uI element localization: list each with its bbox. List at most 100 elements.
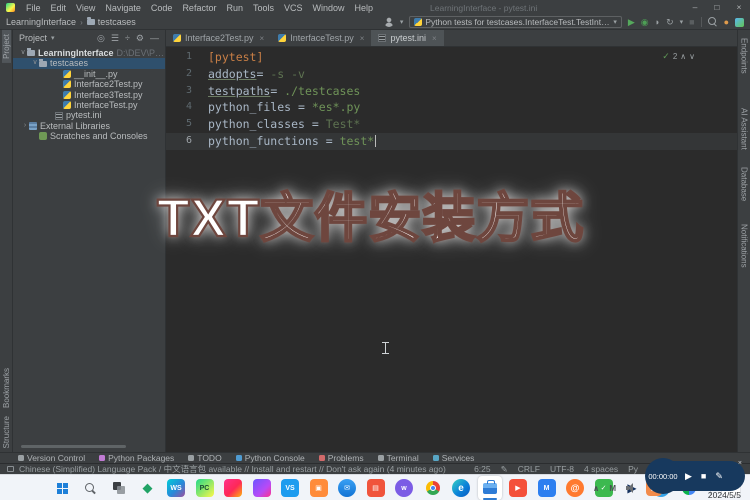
- app-red-arrow-icon[interactable]: ▶: [506, 476, 530, 500]
- taskbar-date[interactable]: 2024/5/5: [708, 490, 741, 500]
- code-with-me-icon[interactable]: ●: [724, 16, 729, 28]
- app-blue-m-icon[interactable]: M: [535, 476, 559, 500]
- tab-close-icon[interactable]: ×: [360, 34, 365, 43]
- tree-item-learninginterface[interactable]: ∨LearningInterface D:\DEV\Project\python: [13, 48, 165, 58]
- tree-chevron-icon[interactable]: ›: [21, 121, 29, 131]
- inspection-widget[interactable]: ✓ 2 ∧ ∨: [662, 51, 695, 62]
- tool-stripe-ai-assistant[interactable]: AI Assistant: [740, 104, 749, 154]
- tree-item-external-libraries[interactable]: ›External Libraries: [13, 121, 165, 131]
- menu-item-vcs[interactable]: VCS: [279, 3, 308, 13]
- cursor-position[interactable]: 6:25: [474, 464, 491, 475]
- record-stop-button[interactable]: ■: [701, 471, 706, 481]
- webstorm-icon[interactable]: WS: [164, 476, 188, 500]
- code-line-4[interactable]: 4python_files = *es*.py: [166, 99, 737, 116]
- gear-icon[interactable]: ⚙: [136, 33, 144, 44]
- close-button-icon[interactable]: ×: [728, 0, 750, 15]
- vscode-icon[interactable]: VS: [278, 476, 302, 500]
- menu-item-code[interactable]: Code: [146, 3, 178, 13]
- profiler-caret-icon[interactable]: ▾: [680, 18, 684, 26]
- tab-pytest-ini[interactable]: pytest.ini×: [371, 30, 443, 46]
- start-icon[interactable]: [50, 476, 74, 500]
- tool-stripe-bookmarks[interactable]: Bookmarks: [2, 364, 11, 412]
- tool-stripe-project[interactable]: Project: [2, 30, 11, 63]
- maximize-button-icon[interactable]: □: [706, 0, 728, 15]
- indent-style[interactable]: 4 spaces: [584, 464, 618, 475]
- mail-icon[interactable]: ✉: [335, 476, 359, 500]
- menu-item-refactor[interactable]: Refactor: [177, 3, 221, 13]
- tab-close-icon[interactable]: ×: [260, 34, 265, 43]
- code-line-1[interactable]: 1[pytest]: [166, 49, 737, 66]
- menu-item-navigate[interactable]: Navigate: [100, 3, 146, 13]
- app-orange-swirl-icon[interactable]: @: [563, 476, 587, 500]
- tray-expand-icon[interactable]: ∧: [593, 484, 600, 493]
- collapse-all-icon[interactable]: ☰: [111, 33, 119, 44]
- tree-chevron-icon[interactable]: ∨: [19, 48, 27, 58]
- chrome-icon[interactable]: [421, 476, 445, 500]
- tray-volume-icon[interactable]: [626, 483, 636, 493]
- tray-im-icon[interactable]: M: [609, 484, 616, 493]
- readonly-toggle-icon[interactable]: ✎: [501, 464, 508, 475]
- tab-close-icon[interactable]: ×: [432, 34, 437, 43]
- chevron-down-icon[interactable]: ∨: [689, 52, 695, 61]
- app-green-diamond-icon[interactable]: ◆: [136, 476, 160, 500]
- tool-stripe-structure[interactable]: Structure: [2, 412, 11, 452]
- toolwindow-python-packages[interactable]: Python Packages: [99, 453, 174, 463]
- search-everywhere-icon[interactable]: [708, 17, 718, 27]
- edge-icon[interactable]: e: [449, 476, 473, 500]
- notification-popup-icon[interactable]: [7, 466, 14, 472]
- run-configuration-select[interactable]: Python tests for testcases.InterfaceTest…: [409, 16, 622, 28]
- record-draw-button[interactable]: ✎: [715, 471, 723, 482]
- toolwindow-python-console[interactable]: Python Console: [236, 453, 305, 463]
- toolwindow-services[interactable]: Services: [433, 453, 475, 463]
- tool-stripe-endpoints[interactable]: Endpoints: [740, 34, 749, 78]
- menu-item-file[interactable]: File: [21, 3, 46, 13]
- tree-item-interfacetest-py[interactable]: InterfaceTest.py: [13, 100, 165, 110]
- app-orange-window-icon[interactable]: ▣: [307, 476, 331, 500]
- recorder-close-icon[interactable]: ×: [738, 460, 742, 467]
- user-account-icon[interactable]: [384, 17, 394, 27]
- expand-icon[interactable]: ÷: [125, 33, 130, 44]
- interpreter[interactable]: Py: [628, 464, 638, 475]
- project-panel-title[interactable]: Project: [19, 33, 47, 43]
- line-separator[interactable]: CRLF: [518, 464, 540, 475]
- locate-icon[interactable]: ◎: [97, 33, 105, 44]
- app-purple-circle-icon[interactable]: w: [392, 476, 416, 500]
- menu-item-edit[interactable]: Edit: [46, 3, 72, 13]
- horizontal-scrollbar[interactable]: [21, 445, 126, 448]
- tab-interface2test-py[interactable]: Interface2Test.py×: [166, 30, 271, 46]
- menu-item-tools[interactable]: Tools: [248, 3, 279, 13]
- menu-item-help[interactable]: Help: [350, 3, 379, 13]
- tree-item-interface3test-py[interactable]: Interface3Test.py: [13, 90, 165, 100]
- coverage-button[interactable]: ◗: [655, 16, 660, 28]
- debug-button[interactable]: ◉: [641, 16, 649, 28]
- tree-chevron-icon[interactable]: ∨: [31, 58, 39, 68]
- tab-interfacetest-py[interactable]: InterfaceTest.py×: [271, 30, 371, 46]
- tree-item-interface2test-py[interactable]: Interface2Test.py: [13, 79, 165, 89]
- menu-item-window[interactable]: Window: [308, 3, 350, 13]
- profiler-button[interactable]: ↻: [666, 16, 674, 28]
- tool-stripe-database[interactable]: Database: [740, 163, 749, 205]
- tree-item-scratches-and-consoles[interactable]: Scratches and Consoles: [13, 131, 165, 141]
- code-line-6[interactable]: 6python_functions = test*: [166, 133, 737, 150]
- jetbrains-red-icon[interactable]: [221, 476, 245, 500]
- tree-item-testcases[interactable]: ∨testcases: [13, 58, 165, 68]
- toolwindow-terminal[interactable]: Terminal: [378, 453, 419, 463]
- run-button[interactable]: ▶: [628, 16, 635, 28]
- toolwindow-version-control[interactable]: Version Control: [18, 453, 85, 463]
- file-encoding[interactable]: UTF-8: [550, 464, 574, 475]
- jetbrains-purple-icon[interactable]: [250, 476, 274, 500]
- app-active-briefcase-icon[interactable]: [478, 476, 502, 500]
- screen-recorder-widget[interactable]: 00:00:00 ▶ ■ ✎ ×: [653, 461, 745, 491]
- pycharm-icon[interactable]: PC: [193, 476, 217, 500]
- chevron-up-icon[interactable]: ∧: [680, 52, 686, 61]
- search-icon[interactable]: [79, 476, 103, 500]
- toolwindow-todo[interactable]: TODO: [188, 453, 221, 463]
- code-line-2[interactable]: 2addopts= -s -v: [166, 66, 737, 83]
- menu-item-run[interactable]: Run: [221, 3, 248, 13]
- app-red-mail-icon[interactable]: ▤: [364, 476, 388, 500]
- tree-item-pytest-ini[interactable]: pytest.ini: [13, 110, 165, 120]
- tree-item--init-py[interactable]: __init__.py: [13, 69, 165, 79]
- user-caret-icon[interactable]: ▾: [400, 18, 404, 26]
- task-view-icon[interactable]: [107, 476, 131, 500]
- menu-item-view[interactable]: View: [71, 3, 100, 13]
